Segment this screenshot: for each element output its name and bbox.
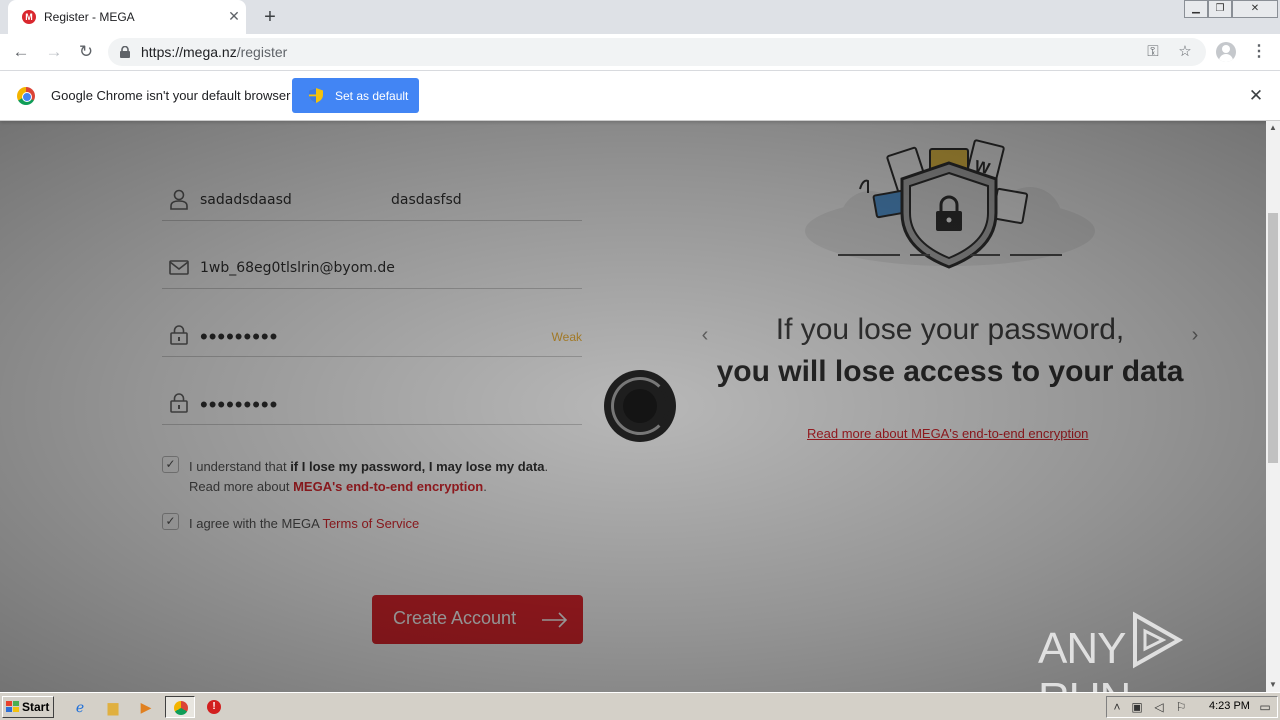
- terms-of-service-link[interactable]: Terms of Service: [322, 516, 419, 531]
- tab-register-mega[interactable]: M Register - MEGA ✕: [8, 0, 246, 34]
- chrome-logo-icon: [174, 701, 188, 715]
- chrome-logo-icon: [17, 87, 35, 105]
- watermark-right: RUN: [1038, 674, 1131, 692]
- chrome-taskbar-icon[interactable]: [165, 696, 195, 718]
- confirm-password-field[interactable]: •••••••••: [162, 380, 582, 425]
- terms-checkbox-row: ✓ I agree with the MEGA Terms of Service: [162, 513, 582, 533]
- email-field[interactable]: 1wb_68eg0tlslrin@byom.de: [162, 244, 582, 289]
- scroll-up-icon[interactable]: ▲: [1266, 121, 1280, 135]
- tab-close-icon[interactable]: ✕: [226, 8, 242, 24]
- back-arrow-icon[interactable]: ←: [9, 40, 33, 64]
- url-path: /register: [236, 44, 288, 60]
- understand-prefix: I understand that: [189, 459, 291, 474]
- address-bar[interactable]: https://mega.nz/register ⚿ ☆: [108, 38, 1206, 66]
- media-player-icon[interactable]: ▶: [136, 697, 156, 717]
- email-value: 1wb_68eg0tlslrin@byom.de: [200, 260, 395, 276]
- padlock-icon: [170, 325, 188, 345]
- first-name-value: sadadsdaasd: [200, 192, 292, 208]
- understand-suffix: .: [544, 459, 549, 474]
- confirm-password-value: •••••••••: [200, 392, 279, 417]
- password-value: •••••••••: [200, 324, 279, 349]
- taskbar-clock[interactable]: 4:23 PM: [1209, 700, 1250, 712]
- terms-checkbox-label: I agree with the MEGA Terms of Service: [189, 514, 419, 534]
- profile-avatar-icon[interactable]: [1216, 42, 1236, 62]
- play-icon: [1133, 611, 1184, 669]
- url-text: https://mega.nz/register: [141, 44, 287, 60]
- loading-spinner: [604, 370, 676, 442]
- anyrun-watermark: ANYRUN: [1038, 611, 1266, 692]
- minimize-button[interactable]: ▁: [1184, 0, 1208, 18]
- reload-icon[interactable]: ↻: [74, 40, 98, 64]
- slide-heading: If you lose your password, you will lose…: [700, 313, 1200, 389]
- infobar-message: Google Chrome isn't your default browser: [51, 88, 291, 103]
- slide-line-2: you will lose access to your data: [716, 355, 1184, 388]
- password-field[interactable]: ••••••••• Weak: [162, 312, 582, 357]
- browser-toolbar: ← → ↻ https://mega.nz/register ⚿ ☆ ⋮: [0, 34, 1280, 71]
- terms-checkbox[interactable]: ✓: [162, 513, 179, 530]
- scroll-down-icon[interactable]: ▼: [1266, 678, 1280, 692]
- create-account-button[interactable]: Create Account: [372, 595, 583, 644]
- security-shield-illustration: W: [805, 139, 1095, 269]
- tab-strip: M Register - MEGA ✕ + ▁ ❐ ✕: [0, 0, 1280, 34]
- tray-expand-icon[interactable]: ˄: [1109, 699, 1125, 715]
- start-button[interactable]: Start: [2, 696, 54, 718]
- tab-title: Register - MEGA: [44, 10, 135, 24]
- padlock-icon: [170, 393, 188, 413]
- set-as-default-label: Set as default: [335, 89, 409, 103]
- folder-icon[interactable]: ▆: [103, 697, 123, 717]
- slide-encryption-link[interactable]: Read more about MEGA's end-to-end encryp…: [807, 426, 1088, 441]
- name-field[interactable]: sadadsdaasd dasdasfsd: [162, 176, 582, 221]
- watermark-left: ANY: [1038, 624, 1126, 673]
- understand-bold: if I lose my password, I may lose my dat…: [290, 459, 545, 474]
- default-browser-infobar: Google Chrome isn't your default browser…: [0, 71, 1280, 121]
- forward-arrow-icon[interactable]: →: [42, 40, 66, 64]
- scroll-thumb[interactable]: [1268, 213, 1278, 463]
- stop-sign-icon[interactable]: !: [204, 697, 224, 717]
- understand-checkbox[interactable]: ✓: [162, 456, 179, 473]
- new-tab-button[interactable]: +: [260, 5, 280, 29]
- read-more-prefix: Read more about: [189, 479, 294, 494]
- system-tray: ˄ ▣ ◁ ⚐ 4:23 PM ▭: [1106, 696, 1278, 718]
- restore-button[interactable]: ❐: [1208, 0, 1232, 18]
- encryption-link[interactable]: MEGA's end-to-end encryption: [293, 479, 483, 494]
- key-icon[interactable]: ⚿: [1144, 43, 1162, 61]
- windows-taskbar: Start ℯ ▆ ▶ ! ˄ ▣ ◁ ⚐ 4:23 PM ▭: [0, 692, 1280, 720]
- bookmark-star-icon[interactable]: ☆: [1176, 43, 1194, 61]
- mega-logo-icon: M: [22, 10, 36, 24]
- page-scrollbar[interactable]: ▲ ▼: [1266, 121, 1280, 692]
- show-desktop-icon[interactable]: ▭: [1257, 699, 1273, 715]
- start-label: Start: [22, 700, 50, 714]
- envelope-icon: [169, 260, 189, 275]
- stop-sign-glyph: !: [207, 700, 221, 714]
- understand-checkbox-label: I understand that if I lose my password,…: [189, 457, 548, 497]
- slide-line-1: If you lose your password,: [775, 313, 1125, 346]
- understand-checkbox-row: ✓ I understand that if I lose my passwor…: [162, 456, 582, 496]
- terms-prefix: I agree with the MEGA: [189, 516, 323, 531]
- uac-shield-icon: [309, 88, 323, 103]
- set-as-default-button[interactable]: Set as default: [292, 78, 419, 113]
- action-center-flag-icon[interactable]: ⚐: [1173, 699, 1189, 715]
- close-window-button[interactable]: ✕: [1232, 0, 1278, 18]
- password-strength-label: Weak: [551, 330, 582, 344]
- infobar-close-icon[interactable]: ✕: [1246, 86, 1266, 106]
- internet-explorer-icon[interactable]: ℯ: [70, 697, 90, 717]
- user-icon: [170, 189, 188, 210]
- url-host: https://mega.nz: [141, 44, 237, 60]
- page-content: sadadsdaasd dasdasfsd 1wb_68eg0tlslrin@b…: [0, 121, 1266, 692]
- last-name-value: dasdasfsd: [391, 192, 462, 208]
- arrow-right-icon: [542, 612, 568, 628]
- network-icon[interactable]: ▣: [1129, 699, 1145, 715]
- volume-icon[interactable]: ◁: [1151, 699, 1167, 715]
- read-more-suffix: .: [483, 479, 487, 494]
- chrome-menu-icon[interactable]: ⋮: [1250, 40, 1268, 64]
- windows-flag-icon: [6, 701, 19, 712]
- create-account-label: Create Account: [393, 608, 517, 628]
- lock-icon: [120, 46, 130, 58]
